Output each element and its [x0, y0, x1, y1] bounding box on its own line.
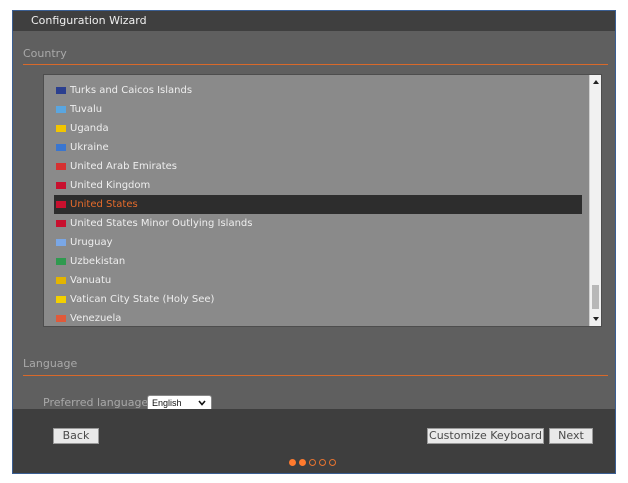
step-dot	[309, 459, 316, 466]
country-list-item[interactable]: Venezuela	[54, 309, 582, 326]
country-name: United States	[70, 199, 138, 210]
country-list-item[interactable]: United States	[54, 195, 582, 214]
country-section-title: Country	[23, 47, 67, 60]
country-list-item[interactable]: Uganda	[54, 119, 582, 138]
country-name: Uganda	[70, 123, 109, 134]
flag-icon	[56, 315, 66, 322]
flag-icon	[56, 239, 66, 246]
country-list-item[interactable]: Tuvalu	[54, 100, 582, 119]
flag-icon	[56, 144, 66, 151]
scroll-down-icon[interactable]	[591, 314, 601, 324]
wizard-footer: Back Customize Keyboard Next	[13, 409, 615, 473]
next-button[interactable]: Next	[549, 428, 593, 444]
country-name: United Arab Emirates	[70, 161, 178, 172]
preferred-language-label: Preferred language:	[43, 396, 152, 409]
country-section-divider	[23, 64, 608, 65]
language-section-divider	[23, 375, 608, 376]
step-dot	[319, 459, 326, 466]
title-bar[interactable]: Configuration Wizard	[13, 11, 615, 31]
country-name: Uzbekistan	[70, 256, 126, 267]
country-name: United States Minor Outlying Islands	[70, 218, 253, 229]
country-list-item[interactable]: Ukraine	[54, 138, 582, 157]
country-name: Tuvalu	[70, 104, 103, 115]
country-list-item[interactable]: Vanuatu	[54, 271, 582, 290]
country-name: Turks and Caicos Islands	[70, 85, 193, 96]
flag-icon	[56, 277, 66, 284]
scroll-up-icon[interactable]	[591, 77, 601, 87]
country-name: Ukraine	[70, 142, 109, 153]
step-dot	[299, 459, 306, 466]
country-list-items: Turks and Caicos Islands Tuvalu Uganda Ukra…	[54, 81, 582, 326]
country-list-item[interactable]: United States Minor Outlying Islands	[54, 214, 582, 233]
flag-icon	[56, 125, 66, 132]
flag-icon	[56, 87, 66, 94]
country-list[interactable]: Turks and Caicos Islands Tuvalu Uganda Ukra…	[43, 74, 602, 327]
country-name: Uruguay	[70, 237, 113, 248]
flag-icon	[56, 106, 66, 113]
country-name: United Kingdom	[70, 180, 151, 191]
country-name: Venezuela	[70, 313, 122, 324]
flag-icon	[56, 163, 66, 170]
country-name: Vatican City State (Holy See)	[70, 294, 215, 305]
language-section-title: Language	[23, 357, 78, 370]
back-button[interactable]: Back	[53, 428, 99, 444]
step-progress-indicator	[289, 451, 339, 466]
country-list-item[interactable]: Uzbekistan	[54, 252, 582, 271]
country-list-scrollbar[interactable]	[589, 75, 601, 326]
step-dot	[329, 459, 336, 466]
wizard-content: Country Turks and Caicos Islands Tuvalu Ug…	[13, 31, 615, 412]
flag-icon	[56, 296, 66, 303]
country-list-item[interactable]: Vatican City State (Holy See)	[54, 290, 582, 309]
step-dot	[289, 459, 296, 466]
country-list-item[interactable]: Turks and Caicos Islands	[54, 81, 582, 100]
scroll-thumb[interactable]	[592, 285, 599, 309]
country-list-item[interactable]: United Arab Emirates	[54, 157, 582, 176]
window-title: Configuration Wizard	[31, 14, 147, 27]
preferred-language-value: English	[152, 398, 182, 408]
country-list-item[interactable]: United Kingdom	[54, 176, 582, 195]
configuration-wizard-window: Configuration Wizard Country Turks and C…	[12, 10, 616, 474]
flag-icon	[56, 182, 66, 189]
country-list-item[interactable]: Uruguay	[54, 233, 582, 252]
flag-icon	[56, 258, 66, 265]
flag-icon	[56, 220, 66, 227]
chevron-down-icon	[198, 400, 206, 406]
flag-icon	[56, 201, 66, 208]
customize-keyboard-button[interactable]: Customize Keyboard	[427, 428, 544, 444]
country-name: Vanuatu	[70, 275, 112, 286]
